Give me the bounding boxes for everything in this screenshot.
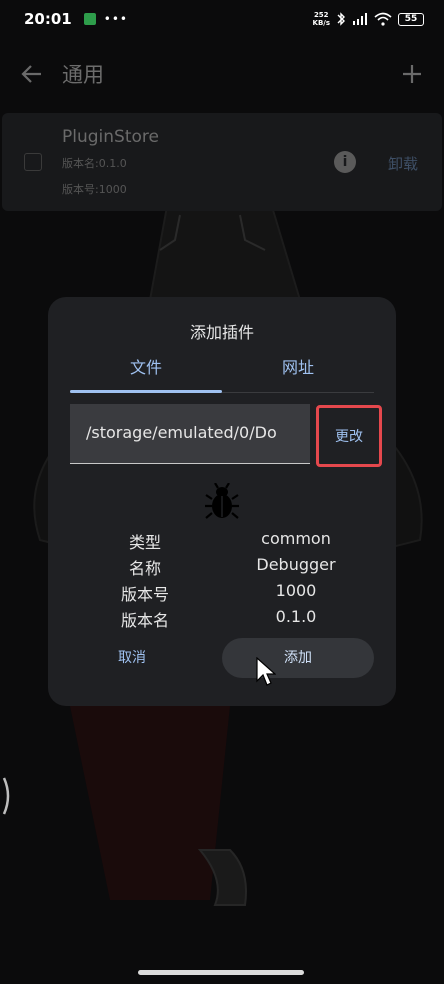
info-label: 版本号 — [120, 585, 169, 604]
plugin-version-name: 版本名:0.1.0 — [62, 157, 127, 170]
info-row-name: 名称 Debugger — [96, 555, 360, 581]
bug-icon — [205, 483, 239, 519]
status-time: 20:01 — [24, 10, 72, 28]
notification-app-icon — [83, 13, 96, 25]
plus-icon[interactable] — [398, 60, 426, 88]
page-title: 通用 — [62, 63, 104, 87]
plugin-card[interactable]: PluginStore 版本名:0.1.0 版本号:1000 i 卸载 — [2, 113, 442, 211]
cancel-button[interactable]: 取消 — [102, 638, 162, 678]
app-bar: 通用 — [0, 46, 444, 102]
info-label: 版本名 — [120, 611, 169, 630]
back-arrow-icon[interactable] — [18, 60, 46, 88]
info-row-type: 类型 common — [96, 529, 360, 555]
signal-icon — [353, 13, 367, 25]
tab-bar: 文件 网址 — [70, 353, 374, 393]
uninstall-button[interactable]: 卸载 — [388, 153, 418, 174]
dialog-title: 添加插件 — [189, 323, 254, 342]
info-row-version-code: 版本号 1000 — [96, 581, 360, 607]
wifi-icon — [374, 12, 392, 26]
info-row-version-name: 版本名 0.1.0 — [96, 607, 360, 633]
home-indicator[interactable] — [138, 970, 304, 975]
info-value: 1000 — [275, 581, 317, 600]
network-speed-value: 252 — [313, 11, 329, 19]
info-label: 名称 — [128, 559, 161, 578]
battery-indicator: 55 — [398, 12, 424, 26]
plugin-name: PluginStore — [62, 127, 159, 147]
bluetooth-icon — [337, 12, 345, 26]
add-button[interactable]: 添加 — [222, 638, 374, 678]
change-button[interactable]: 更改 — [316, 405, 382, 467]
status-bar: 20:01 ••• 252 KB/s 55 — [0, 0, 444, 38]
info-value: common — [261, 529, 331, 548]
tab-file[interactable]: 文件 — [70, 353, 222, 393]
more-notifications-icon: ••• — [103, 12, 128, 26]
edge-gesture-handle — [2, 777, 10, 815]
info-value: Debugger — [256, 555, 336, 574]
plugin-version-code: 版本号:1000 — [62, 183, 127, 196]
info-value: 0.1.0 — [275, 607, 317, 626]
status-indicators: 252 KB/s 55 — [313, 11, 424, 27]
file-path-field[interactable]: /storage/emulated/0/Do — [70, 404, 310, 464]
add-plugin-dialog: 添加插件 文件 网址 /storage/emulated/0/Do 更改 类型 … — [48, 297, 396, 706]
info-label: 类型 — [128, 533, 161, 552]
tab-selected-indicator — [70, 390, 222, 393]
info-icon[interactable]: i — [334, 151, 356, 173]
plugin-checkbox[interactable] — [24, 153, 42, 171]
mouse-cursor-icon — [256, 657, 276, 686]
network-speed: 252 KB/s — [313, 11, 330, 27]
tab-url[interactable]: 网址 — [222, 353, 374, 393]
network-speed-unit: KB/s — [312, 19, 330, 27]
